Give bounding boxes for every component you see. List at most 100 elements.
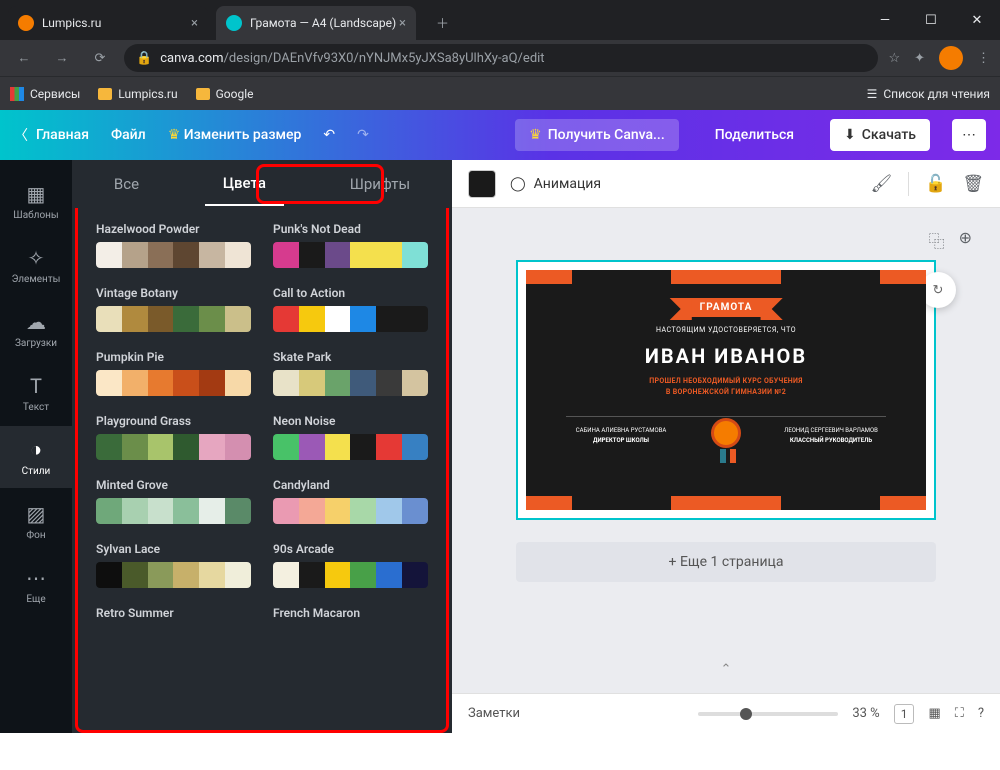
rail-bg[interactable]: ▨Фон: [0, 490, 72, 552]
palette-item[interactable]: Call to Action: [273, 286, 428, 332]
undo-button[interactable]: ↶: [323, 127, 335, 143]
palette-item[interactable]: Hazelwood Powder: [96, 222, 251, 268]
tab-all[interactable]: Все: [96, 163, 157, 205]
bookmark-item[interactable]: Сервисы: [10, 87, 80, 101]
share-button[interactable]: Поделиться: [701, 119, 808, 151]
palette-list[interactable]: Hazelwood Powder Punk's Not Dead Vintage B…: [75, 208, 449, 733]
download-icon: ⬇: [844, 127, 856, 143]
cert-title: ГРАМОТА: [686, 298, 767, 317]
notes-button[interactable]: Заметки: [468, 706, 520, 721]
palette-swatches: [273, 498, 428, 524]
new-tab-button[interactable]: ＋: [424, 5, 461, 40]
tab-colors[interactable]: Цвета: [205, 162, 284, 206]
page-indicator[interactable]: 1: [894, 704, 915, 724]
url-input[interactable]: 🔒 canva.com/design/DAEnVfv93X0/nYNJMx5yJ…: [124, 44, 878, 72]
fill-color-chip[interactable]: [468, 170, 496, 198]
bookmark-label: Google: [216, 87, 254, 101]
bookmark-item[interactable]: Google: [196, 87, 254, 101]
get-pro-button[interactable]: ♛Получить Canva...: [515, 119, 679, 151]
canvas-area: ◯Анимация 🖌 🔓 🗑 ⿻ ⊕ ↻: [452, 160, 1000, 733]
palette-swatches: [96, 498, 251, 524]
duplicate-page-icon[interactable]: ⿻: [929, 228, 945, 252]
fullscreen-icon[interactable]: ⛶: [955, 706, 964, 721]
palette-name: Sylvan Lace: [96, 542, 251, 556]
rail-uploads[interactable]: ☁Загрузки: [0, 298, 72, 360]
rail-templates[interactable]: ▦Шаблоны: [0, 170, 72, 232]
close-window-icon[interactable]: ✕: [954, 0, 1000, 40]
bookmarks-bar: Сервисы Lumpics.ru Google ☰Список для чт…: [0, 76, 1000, 110]
close-icon[interactable]: ×: [399, 16, 406, 31]
trash-icon[interactable]: 🗑: [962, 174, 984, 194]
bookmark-item[interactable]: Lumpics.ru: [98, 87, 177, 101]
reload-button[interactable]: ⟳: [86, 51, 114, 66]
cert-sig-right: ЛЕОНИД СЕРГЕЕВИЧ ВАРЛАМОВКЛАССНЫЙ РУКОВО…: [776, 426, 886, 445]
palette-swatches: [273, 434, 428, 460]
palette-item[interactable]: Retro Summer: [96, 606, 251, 626]
help-icon[interactable]: ?: [978, 706, 984, 721]
rail-styles[interactable]: ◑Стили: [0, 426, 72, 488]
folder-icon: [98, 88, 112, 100]
home-label: Главная: [36, 127, 89, 143]
palette-item[interactable]: 90s Arcade: [273, 542, 428, 588]
animation-icon: ◯: [510, 176, 526, 192]
more-button[interactable]: ⋯: [952, 119, 986, 151]
grid-view-icon[interactable]: ▦: [928, 706, 940, 721]
lock-icon[interactable]: 🔓: [925, 174, 946, 194]
divider: [566, 416, 886, 417]
url-path: /design/DAEnVfv93X0/nYNJMx5yJXSa8yUlhXy-…: [224, 51, 545, 66]
animation-button[interactable]: ◯Анимация: [510, 176, 601, 192]
profile-avatar[interactable]: [939, 46, 963, 70]
paint-roller-icon[interactable]: 🖌: [871, 174, 893, 194]
collapse-icon[interactable]: ⌃: [462, 656, 990, 683]
add-page-icon[interactable]: ⊕: [959, 228, 972, 252]
palette-item[interactable]: French Macaron: [273, 606, 428, 626]
menu-icon[interactable]: ⋮: [977, 51, 990, 66]
design-page[interactable]: ↻ ГРАМОТА НАСТОЯЩИМ УДОСТОВЕРЯЕТСЯ, ЧТО …: [516, 260, 936, 520]
tab-fonts[interactable]: Шрифты: [332, 163, 428, 205]
zoom-value[interactable]: 33 %: [852, 706, 879, 721]
bookmark-label: Lumpics.ru: [118, 87, 177, 101]
reading-list[interactable]: ☰Список для чтения: [867, 87, 990, 101]
download-button[interactable]: ⬇Скачать: [830, 119, 930, 151]
palette-item[interactable]: Punk's Not Dead: [273, 222, 428, 268]
rail-text[interactable]: TТекст: [0, 362, 72, 424]
file-menu[interactable]: Файл: [111, 127, 146, 143]
extensions-icon[interactable]: ✦: [914, 51, 925, 66]
resize-menu[interactable]: ♛ Изменить размер: [168, 127, 302, 143]
reading-list-label: Список для чтения: [883, 87, 990, 101]
apps-icon: [10, 87, 24, 101]
rail-label: Еще: [26, 594, 45, 605]
palette-item[interactable]: Minted Grove: [96, 478, 251, 524]
rail-label: Шаблоны: [13, 210, 58, 221]
separator: [908, 172, 909, 196]
palette-name: Retro Summer: [96, 606, 251, 620]
back-button[interactable]: ←: [10, 50, 38, 66]
rail-elements[interactable]: ✧Элементы: [0, 234, 72, 296]
palette-item[interactable]: Pumpkin Pie: [96, 350, 251, 396]
canvas-viewport[interactable]: ⿻ ⊕ ↻ ГРАМОТА НАСТОЯЩИМ УДОСТОВЕРЯЕТСЯ, …: [452, 208, 1000, 693]
palette-item[interactable]: Vintage Botany: [96, 286, 251, 332]
star-icon[interactable]: ☆: [888, 51, 900, 66]
palette-swatches: [96, 370, 251, 396]
palette-item[interactable]: Sylvan Lace: [96, 542, 251, 588]
add-page-button[interactable]: + Еще 1 страница: [516, 542, 936, 582]
browser-tab[interactable]: Lumpics.ru ×: [8, 6, 208, 40]
tab-label: Грамота — A4 (Landscape): [250, 16, 399, 30]
browser-tab-active[interactable]: Грамота — A4 (Landscape) ×: [216, 6, 416, 40]
rail-more[interactable]: ⋯Еще: [0, 554, 72, 616]
home-button[interactable]: 〈Главная: [14, 125, 89, 145]
palette-item[interactable]: Skate Park: [273, 350, 428, 396]
minimize-icon[interactable]: —: [862, 0, 908, 40]
palette-item[interactable]: Neon Noise: [273, 414, 428, 460]
palette-name: Hazelwood Powder: [96, 222, 251, 236]
cert-subtitle: НАСТОЯЩИМ УДОСТОВЕРЯЕТСЯ, ЧТО: [526, 326, 926, 334]
close-icon[interactable]: ×: [191, 16, 198, 31]
certificate-bg: ГРАМОТА НАСТОЯЩИМ УДОСТОВЕРЯЕТСЯ, ЧТО ИВ…: [526, 270, 926, 510]
maximize-icon[interactable]: ☐: [908, 0, 954, 40]
zoom-slider[interactable]: [698, 712, 838, 716]
palette-item[interactable]: Candyland: [273, 478, 428, 524]
palette-name: 90s Arcade: [273, 542, 428, 556]
redo-button[interactable]: ↷: [357, 127, 369, 143]
palette-item[interactable]: Playground Grass: [96, 414, 251, 460]
forward-button[interactable]: →: [48, 50, 76, 66]
